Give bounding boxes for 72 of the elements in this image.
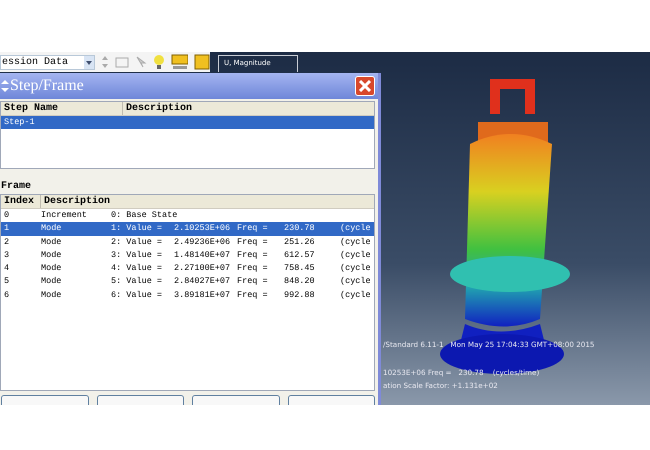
spinner-icon[interactable]: [101, 55, 110, 69]
description-cell-text: 5: Value =: [111, 275, 164, 288]
type-cell-text: Mode: [41, 275, 62, 288]
description-cell-text: 4: Value =: [111, 262, 164, 276]
index-cell-text: 5: [3, 275, 10, 288]
frame-row[interactable]: 2 Mode 2: Value = 2.49236E+06 Freq = 251.26 (cycle: [1, 236, 374, 249]
frame-label: Frame: [1, 181, 32, 192]
description-cell-text: (cycle: [340, 288, 372, 302]
dialog-title: Step/Frame: [10, 77, 85, 95]
index-cell-text: 4: [3, 262, 10, 276]
type-cell-text: Mode: [41, 222, 62, 236]
column-header[interactable]: Description: [41, 195, 374, 208]
description-cell-text: Freq =: [237, 262, 269, 276]
description-cell-text: Freq =: [237, 288, 269, 302]
description-cell-text: 612.57: [284, 248, 316, 262]
description-cell-text: 2: Value =: [111, 236, 164, 249]
index-cell-text: 6: [3, 288, 10, 302]
description-cell-text: 3: Value =: [111, 248, 164, 262]
description-cell-text: 992.88: [284, 288, 316, 302]
description-cell: (cycle: [340, 236, 372, 249]
description-cell-text: 6: Value =: [111, 288, 164, 302]
type-cell-text: Mode: [41, 236, 62, 249]
description-cell-text: Freq =: [237, 222, 269, 236]
frame-row[interactable]: 4 Mode 4: Value = 2.27100E+07 Freq = 758.45 (cycle: [1, 262, 374, 276]
dialog-button[interactable]: [1, 395, 88, 405]
index-cell-text: 3: [3, 248, 10, 262]
description-cell-text: 848.20: [284, 275, 316, 288]
description-cell-text: Freq =: [237, 248, 269, 262]
description-cell-text: 0: Base State: [111, 209, 178, 222]
close-button[interactable]: [355, 76, 375, 96]
description-cell-text: 2.27100E+07: [174, 262, 232, 276]
description-cell-text: Freq =: [237, 236, 269, 249]
description-cell-text: (cycle: [340, 275, 372, 288]
description-cell-text: 230.78: [284, 222, 316, 236]
description-cell-text: 1.48140E+07: [174, 248, 232, 262]
description-cell-text: 758.45: [284, 262, 316, 276]
dialog-button[interactable]: [288, 395, 375, 405]
dialog-button[interactable]: [96, 395, 184, 405]
pointer-icon[interactable]: [135, 56, 147, 68]
index-cell-text: 2: [3, 236, 10, 249]
description-cell-text: 2.49236E+06: [174, 236, 232, 249]
move-icon[interactable]: [1, 80, 9, 92]
frames-icon[interactable]: [170, 54, 188, 70]
dialog-button[interactable]: [192, 395, 280, 405]
frames-icon[interactable]: [194, 54, 210, 70]
column-header[interactable]: Index: [1, 195, 41, 208]
frame-row[interactable]: 5 Mode 5: Value = 2.84027E+07 Freq = 848.20 (cycle: [1, 275, 374, 289]
description-cell-text: 2.84027E+07: [174, 275, 232, 288]
index-cell-text: 1: [3, 222, 10, 236]
type-cell-text: Mode: [41, 262, 62, 276]
frame-row[interactable]: 3 Mode 3: Value = 1.48140E+07 Freq = 612.57 (cycle: [1, 248, 374, 262]
description-cell-text: (cycle: [340, 222, 372, 236]
frame-row[interactable]: 1 Mode 1: Value = 2.10253E+06 Freq = 230.78 (cycle: [1, 222, 374, 236]
frame-row[interactable]: 0 Increment 0: Base State: [1, 209, 374, 222]
session-data-combo[interactable]: ession Data: [0, 54, 96, 70]
description-cell-text: Freq =: [237, 275, 269, 288]
step-row[interactable]: Step-1: [1, 116, 374, 130]
description-cell-text: 3.89181E+07: [174, 288, 232, 302]
description-cell-text: 1: Value =: [111, 222, 164, 236]
type-cell-text: Mode: [41, 248, 62, 262]
description-cell-text: (cycle: [340, 248, 372, 262]
description-cell-text: 2.10253E+06: [174, 222, 232, 236]
index-cell-text: 0: [3, 209, 10, 222]
column-header[interactable]: Description: [123, 102, 374, 115]
frame-row[interactable]: 6 Mode 6: Value = 3.89181E+07 Freq = 992.88 (cycle: [1, 288, 374, 302]
column-header[interactable]: Step Name: [1, 102, 123, 115]
type-cell-text: Mode: [41, 288, 62, 302]
description-cell-text: 251.26: [284, 236, 316, 249]
lightbulb-icon[interactable]: [152, 54, 165, 70]
type-cell-text: Increment: [41, 209, 88, 222]
description-cell: (cycle: [340, 262, 372, 276]
combo-value: ession Data: [1, 56, 68, 68]
